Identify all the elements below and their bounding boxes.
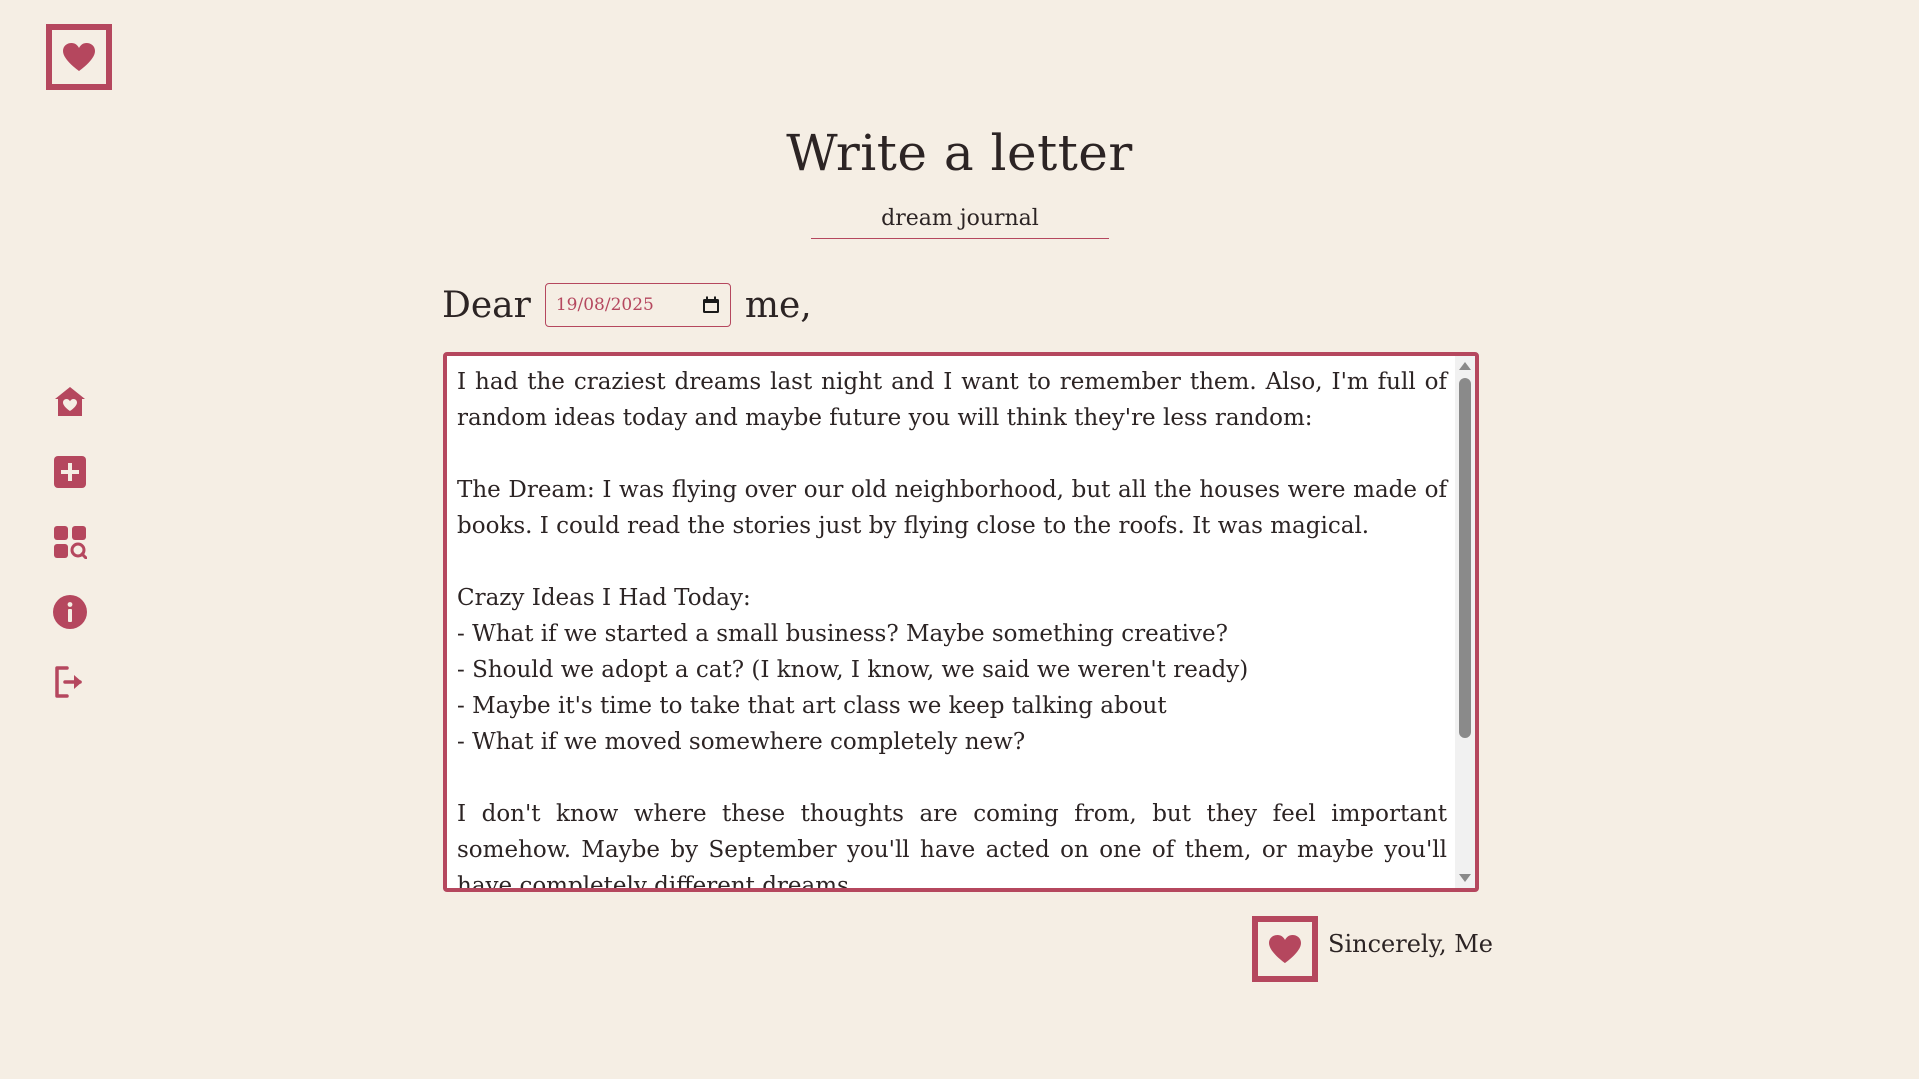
home-heart-icon (55, 387, 85, 416)
sidebar-item-browse[interactable] (48, 520, 92, 564)
calendar-icon[interactable] (702, 296, 720, 314)
salutation-row: Dear 19/08/2025 me, (442, 282, 812, 328)
grid-search-icon (54, 526, 87, 559)
scroll-thumb[interactable] (1459, 378, 1471, 738)
logout-icon (55, 666, 82, 698)
signature-stamp-icon (1252, 916, 1318, 982)
sidebar-item-about[interactable] (48, 590, 92, 634)
subject-field (811, 203, 1109, 239)
letter-scrollbar[interactable] (1455, 356, 1475, 888)
scroll-down-arrow-icon[interactable] (1459, 874, 1471, 882)
signature-text: Sincerely, Me (1328, 930, 1493, 958)
heart-icon (1269, 935, 1301, 963)
scroll-up-arrow-icon[interactable] (1459, 362, 1471, 370)
sidebar-nav (48, 380, 92, 730)
subject-input[interactable] (811, 203, 1109, 233)
dear-label: Dear (442, 284, 531, 326)
add-square-icon (54, 456, 86, 488)
date-picker[interactable]: 19/08/2025 (544, 283, 731, 327)
logo-stamp-icon[interactable] (46, 24, 112, 90)
date-value: 19/08/2025 (555, 295, 654, 315)
sidebar-item-logout[interactable] (48, 660, 92, 704)
info-icon (53, 595, 87, 629)
sidebar-item-new-letter[interactable] (48, 450, 92, 494)
sidebar-item-home[interactable] (48, 380, 92, 424)
letter-body[interactable]: I had the craziest dreams last night and… (457, 364, 1447, 888)
recipient-label: me, (744, 284, 812, 326)
heart-icon (63, 43, 95, 71)
letter-textarea[interactable]: I had the craziest dreams last night and… (443, 352, 1479, 892)
page-title: Write a letter (786, 124, 1133, 182)
